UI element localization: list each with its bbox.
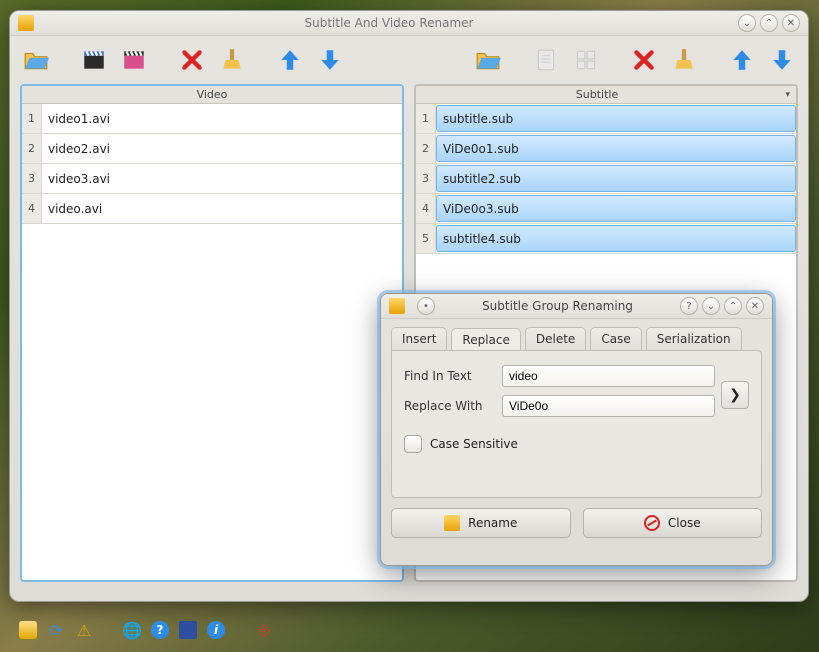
find-label: Find In Text	[404, 369, 492, 383]
status-flag-icon[interactable]	[179, 621, 197, 639]
tab-serialization[interactable]: Serialization	[646, 327, 742, 350]
statusbar: ⟳ ⚠ 🌐 ? i ⎆	[9, 616, 809, 644]
close-button[interactable]: Close	[583, 508, 763, 538]
move-down-video-button[interactable]	[312, 42, 348, 78]
dialog-pin-button[interactable]: •	[417, 297, 435, 315]
list-item[interactable]: 1subtitle.sub	[416, 104, 796, 134]
replace-label: Replace With	[404, 399, 492, 413]
list-item[interactable]: 5subtitle4.sub	[416, 224, 796, 254]
dialog-max-button[interactable]: ⌃	[724, 297, 742, 315]
tab-case[interactable]: Case	[590, 327, 641, 350]
tab-replace[interactable]: Replace	[451, 328, 520, 351]
delete-video-button[interactable]	[174, 42, 210, 78]
open-folder-video-button[interactable]	[18, 42, 54, 78]
tab-insert[interactable]: Insert	[391, 327, 447, 350]
tab-delete[interactable]: Delete	[525, 327, 586, 350]
clear-subtitle-button[interactable]	[666, 42, 702, 78]
close-icon	[644, 515, 660, 531]
clear-video-button[interactable]	[214, 42, 250, 78]
status-refresh-icon[interactable]: ⟳	[47, 621, 65, 639]
status-globe-icon[interactable]: 🌐	[123, 621, 141, 639]
dialog-help-button[interactable]: ?	[680, 297, 698, 315]
clapper-color-icon-button[interactable]	[116, 42, 152, 78]
window-controls: ⌄ ⌃ ✕	[738, 14, 800, 32]
dialog-min-button[interactable]: ⌄	[702, 297, 720, 315]
dialog-app-icon	[389, 298, 405, 314]
list-item[interactable]: 1video1.avi	[22, 104, 402, 134]
status-new-icon[interactable]	[19, 621, 37, 639]
swap-icon: ❯	[729, 387, 741, 403]
dialog-tab-body: Find In Text Replace With ❯ Case Sensiti…	[391, 350, 762, 498]
minimize-button[interactable]: ⌄	[738, 14, 756, 32]
dialog-titlebar: • Subtitle Group Renaming ? ⌄ ⌃ ✕	[381, 294, 772, 319]
dialog-title: Subtitle Group Renaming	[435, 299, 680, 313]
toolbar	[10, 36, 808, 84]
swap-button[interactable]: ❯	[721, 381, 749, 409]
close-window-button[interactable]: ✕	[782, 14, 800, 32]
document-icon-button[interactable]	[528, 42, 564, 78]
rename-dialog: • Subtitle Group Renaming ? ⌄ ⌃ ✕ Insert…	[380, 293, 773, 566]
rename-button-label: Rename	[468, 516, 517, 530]
list-item[interactable]: 4video.avi	[22, 194, 402, 224]
window-title: Subtitle And Video Renamer	[40, 16, 738, 30]
move-up-subtitle-button[interactable]	[724, 42, 760, 78]
dialog-close-button[interactable]: ✕	[746, 297, 764, 315]
case-sensitive-label: Case Sensitive	[430, 437, 518, 451]
dialog-buttons: Rename Close	[381, 498, 772, 538]
video-panel-header[interactable]: Video	[22, 86, 402, 104]
main-titlebar: Subtitle And Video Renamer ⌄ ⌃ ✕	[10, 11, 808, 36]
status-help-icon[interactable]: ?	[151, 621, 169, 639]
replace-input[interactable]	[502, 395, 715, 417]
video-panel: Video 1video1.avi 2video2.avi 3video3.av…	[20, 84, 404, 582]
case-sensitive-checkbox[interactable]	[404, 435, 422, 453]
grid-icon-button[interactable]	[568, 42, 604, 78]
list-item[interactable]: 4ViDe0o3.sub	[416, 194, 796, 224]
close-button-label: Close	[668, 516, 701, 530]
list-item[interactable]: 3video3.avi	[22, 164, 402, 194]
clapper-icon-button[interactable]	[76, 42, 112, 78]
list-item[interactable]: 2video2.avi	[22, 134, 402, 164]
app-icon	[18, 15, 34, 31]
status-info-icon[interactable]: i	[207, 621, 225, 639]
dialog-tabs: Insert Replace Delete Case Serialization	[381, 319, 772, 350]
subtitle-panel-header[interactable]: Subtitle	[416, 86, 796, 104]
move-up-video-button[interactable]	[272, 42, 308, 78]
video-list[interactable]: 1video1.avi 2video2.avi 3video3.avi 4vid…	[22, 104, 402, 580]
delete-subtitle-button[interactable]	[626, 42, 662, 78]
move-down-subtitle-button[interactable]	[764, 42, 800, 78]
rename-button[interactable]: Rename	[391, 508, 571, 538]
list-item[interactable]: 2ViDe0o1.sub	[416, 134, 796, 164]
maximize-button[interactable]: ⌃	[760, 14, 778, 32]
rename-icon	[444, 515, 460, 531]
open-folder-subtitle-button[interactable]	[470, 42, 506, 78]
status-warning-icon[interactable]: ⚠	[75, 621, 93, 639]
list-item[interactable]: 3subtitle2.sub	[416, 164, 796, 194]
find-input[interactable]	[502, 365, 715, 387]
status-exit-icon[interactable]: ⎆	[255, 621, 273, 639]
